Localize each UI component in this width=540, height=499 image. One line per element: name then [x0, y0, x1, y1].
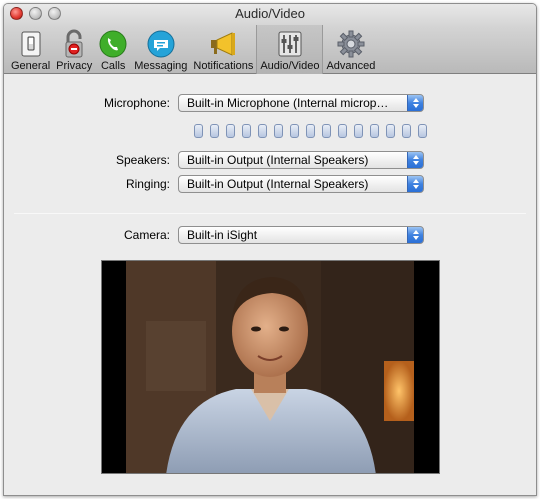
level-meter-segment: [194, 124, 203, 138]
level-meter-segment: [322, 124, 331, 138]
ringing-label: Ringing:: [125, 177, 170, 191]
speakers-label: Speakers:: [115, 153, 170, 167]
microphone-row: Microphone: Built-in Microphone (Interna…: [8, 94, 424, 112]
tab-label: Messaging: [134, 60, 188, 72]
microphone-popup[interactable]: Built-in Microphone (Internal microp…: [178, 94, 424, 112]
camera-label: Camera:: [123, 228, 170, 242]
popup-arrows-icon: [407, 152, 423, 168]
tab-label: Privacy: [56, 60, 93, 72]
privacy-lock-icon: [59, 29, 89, 59]
camera-row: Camera: Built-in iSight: [8, 226, 424, 244]
tab-messaging[interactable]: Messaging: [131, 25, 190, 74]
level-meter-segment: [418, 124, 427, 138]
level-meter-segment: [274, 124, 283, 138]
mixer-sliders-icon: [275, 29, 305, 59]
level-meter-segment: [354, 124, 363, 138]
camera-value: Built-in iSight: [187, 228, 258, 242]
level-meter-segment: [386, 124, 395, 138]
level-meter-segment: [402, 124, 411, 138]
general-switch-icon: [16, 29, 46, 59]
ringing-value: Built-in Output (Internal Speakers): [187, 177, 369, 191]
level-meter-segment: [210, 124, 219, 138]
audio-video-pane: Microphone: Built-in Microphone (Interna…: [4, 74, 536, 495]
tab-label: General: [11, 60, 51, 72]
camera-popup[interactable]: Built-in iSight: [178, 226, 424, 244]
level-meter-segment: [258, 124, 267, 138]
microphone-value: Built-in Microphone (Internal microp…: [187, 96, 389, 110]
camera-preview-image: [126, 261, 414, 473]
chat-bubble-icon: [146, 29, 176, 59]
popup-arrows-icon: [407, 95, 423, 111]
popup-arrows-icon: [407, 227, 423, 243]
popup-arrows-icon: [407, 176, 423, 192]
gear-icon: [336, 29, 366, 59]
level-meter-segment: [290, 124, 299, 138]
level-meter-segment: [226, 124, 235, 138]
megaphone-icon: [208, 29, 238, 59]
camera-preview: [101, 260, 440, 474]
tab-calls[interactable]: Calls: [95, 25, 131, 74]
tab-advanced[interactable]: Advanced: [323, 25, 378, 74]
section-divider: [14, 213, 526, 214]
tab-label: Audio/Video: [260, 60, 320, 72]
ringing-row: Ringing: Built-in Output (Internal Speak…: [8, 175, 424, 193]
microphone-label: Microphone:: [103, 96, 170, 110]
tab-notifications[interactable]: Notifications: [190, 25, 256, 74]
window-title: Audio/Video: [235, 6, 305, 21]
tab-audio-video[interactable]: Audio/Video: [256, 25, 324, 74]
input-level-meter: [194, 124, 427, 138]
tab-label: Calls: [100, 60, 126, 72]
level-meter-segment: [370, 124, 379, 138]
speakers-value: Built-in Output (Internal Speakers): [187, 153, 369, 167]
preferences-window: Audio/Video General Privacy Calls Messag…: [3, 3, 537, 496]
preferences-toolbar: General Privacy Calls Messaging Notifica…: [8, 25, 378, 74]
speakers-popup[interactable]: Built-in Output (Internal Speakers): [178, 151, 424, 169]
title-bar: Audio/Video General Privacy Calls Messag…: [4, 4, 536, 74]
tab-label: Notifications: [193, 60, 254, 72]
level-meter-segment: [306, 124, 315, 138]
tab-label: Advanced: [326, 60, 376, 72]
tab-general[interactable]: General: [8, 25, 53, 74]
tab-privacy[interactable]: Privacy: [53, 25, 95, 74]
level-meter-segment: [242, 124, 251, 138]
phone-icon: [98, 29, 128, 59]
level-meter-segment: [338, 124, 347, 138]
speakers-row: Speakers: Built-in Output (Internal Spea…: [8, 151, 424, 169]
ringing-popup[interactable]: Built-in Output (Internal Speakers): [178, 175, 424, 193]
